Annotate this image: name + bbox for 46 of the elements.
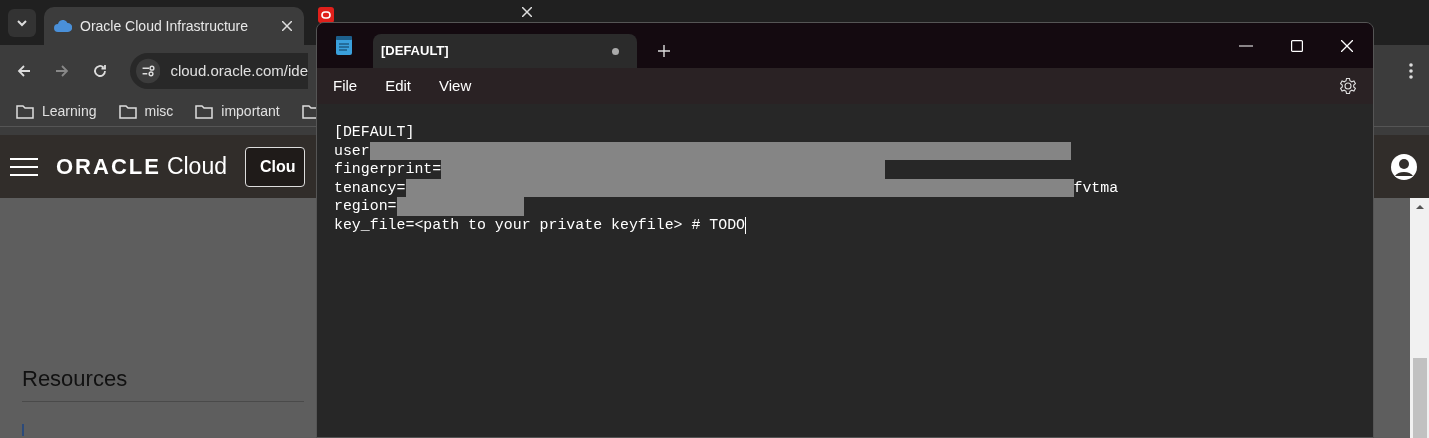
editor-tab[interactable]: [DEFAULT] bbox=[373, 34, 637, 68]
minimize-icon[interactable] bbox=[1239, 44, 1253, 47]
back-icon[interactable] bbox=[16, 63, 32, 79]
code-text: fingerprint= bbox=[334, 160, 442, 179]
menu-item[interactable]: File bbox=[321, 71, 370, 101]
site-settings-icon[interactable] bbox=[136, 58, 161, 84]
code-text: key_file=<path to your private keyfile> # TODO bbox=[334, 215, 746, 235]
reload-icon[interactable] bbox=[92, 63, 108, 79]
code-text: tenancy= bbox=[334, 178, 406, 198]
close-tab-icon[interactable] bbox=[282, 21, 292, 31]
scrollbar-thumb[interactable] bbox=[1412, 358, 1427, 438]
menu-icon[interactable] bbox=[10, 157, 38, 176]
close-icon[interactable] bbox=[1341, 39, 1353, 52]
bookmark-folder[interactable]: important bbox=[195, 101, 280, 122]
chevron-down-icon bbox=[16, 19, 28, 27]
maximize-icon[interactable] bbox=[1291, 39, 1303, 52]
browser-tab[interactable]: Oracle Cloud Infrastructure bbox=[44, 7, 304, 45]
oracle-logo: ORACLE bbox=[56, 153, 161, 181]
scrollbar[interactable] bbox=[1410, 198, 1429, 438]
folder-icon bbox=[118, 104, 137, 119]
scroll-up-icon[interactable] bbox=[1414, 203, 1425, 211]
folder-icon bbox=[195, 104, 214, 119]
code-text: [DEFAULT] bbox=[334, 123, 415, 142]
more-options-icon[interactable] bbox=[1409, 63, 1413, 79]
close-tab-icon[interactable] bbox=[522, 7, 532, 17]
settings-icon[interactable] bbox=[1339, 77, 1357, 95]
address-bar[interactable]: cloud.oracle.com/ide bbox=[130, 53, 308, 89]
tab-search-button[interactable] bbox=[8, 9, 36, 37]
new-tab-icon[interactable] bbox=[657, 44, 671, 58]
url-text: cloud.oracle.com/ide bbox=[170, 60, 308, 81]
code-text: user bbox=[334, 141, 370, 161]
bookmark-folder[interactable]: misc bbox=[118, 101, 174, 122]
forward-icon[interactable] bbox=[54, 63, 70, 79]
folder-icon bbox=[16, 104, 34, 119]
notepad-icon bbox=[335, 36, 353, 56]
section-heading: Resources bbox=[22, 365, 129, 393]
code-text: region= bbox=[334, 197, 397, 216]
code-text: fvtma bbox=[1073, 178, 1119, 198]
bookmark-folder[interactable]: Learning bbox=[16, 101, 97, 122]
menu-item[interactable]: Edit bbox=[373, 71, 424, 101]
profile-icon[interactable] bbox=[1391, 153, 1417, 180]
nav-indicator bbox=[22, 424, 24, 436]
cloud-logo-text: Cloud bbox=[166, 152, 227, 182]
header-button[interactable]: Clou bbox=[245, 146, 305, 187]
menu-item[interactable]: View bbox=[427, 71, 484, 101]
cloud-icon bbox=[54, 20, 72, 32]
